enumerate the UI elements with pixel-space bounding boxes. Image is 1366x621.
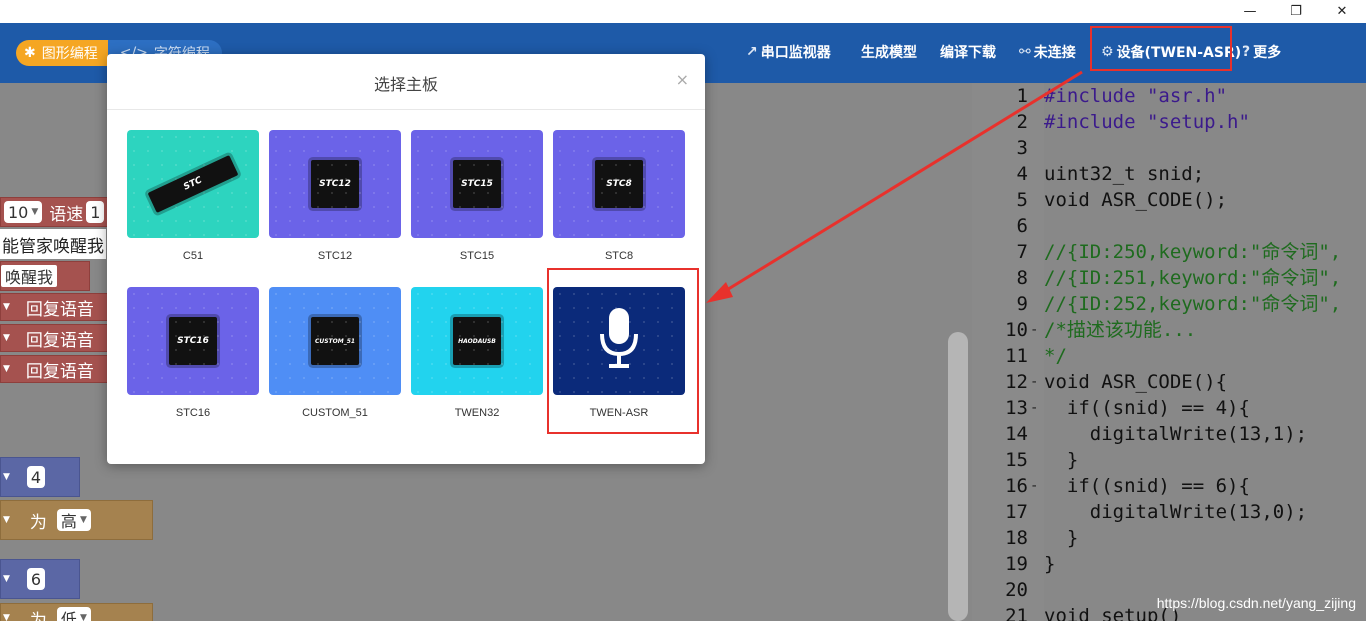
annotation-arrow xyxy=(706,70,1083,303)
